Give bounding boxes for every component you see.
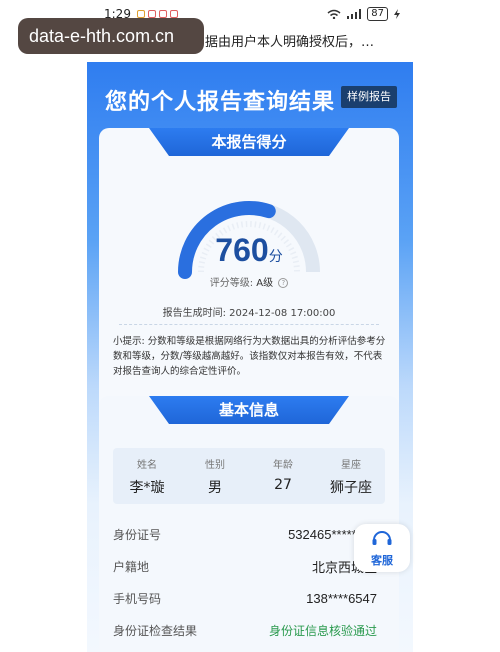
notification-icons bbox=[136, 10, 178, 18]
row-label: 身份证号 bbox=[113, 527, 162, 542]
sample-report-button[interactable]: 样例报告 bbox=[341, 86, 397, 108]
basic-info-table: 姓名 李*璇 性别 男 年龄 27 星座 狮子座 bbox=[113, 448, 385, 504]
row-value: 身份证信息核验通过 bbox=[268, 623, 377, 638]
status-right: 87 bbox=[327, 7, 400, 21]
info-header: 星座 bbox=[341, 460, 361, 471]
info-value: 27 bbox=[274, 477, 292, 493]
info-row-household: 户籍地 北京西城区 bbox=[113, 550, 377, 582]
info-header: 姓名 bbox=[137, 460, 157, 471]
app-notification-icon bbox=[158, 10, 167, 18]
score-tip: 小提示: 分数和等级是根据网络行为大数据出具的分析评估参考分数和等级，分数/等级… bbox=[113, 336, 386, 377]
grade-label: 评分等级: bbox=[209, 278, 254, 289]
info-column-gender: 性别 男 bbox=[181, 448, 249, 504]
page-title: 您的个人报告查询结果 bbox=[105, 90, 336, 115]
info-column-age: 年龄 27 bbox=[249, 448, 317, 504]
generated-time: 报告生成时间: 2024-12-08 17:00:00 bbox=[162, 308, 336, 319]
info-row-id-number: 身份证号 532465********* bbox=[113, 518, 377, 550]
wifi-icon bbox=[327, 9, 341, 19]
info-row-phone: 手机号码 138****6547 bbox=[113, 582, 377, 614]
info-value: 男 bbox=[208, 480, 222, 496]
watermark: data-e-hth.com.cn bbox=[18, 18, 204, 54]
info-row-id-check: 身份证检查结果 身份证信息核验通过 bbox=[113, 614, 377, 646]
info-column-name: 姓名 李*璇 bbox=[113, 448, 181, 504]
info-value: 李*璇 bbox=[129, 480, 165, 496]
battery-icon: 87 bbox=[367, 7, 388, 21]
score-value: 760 bbox=[215, 232, 269, 268]
row-label: 户籍地 bbox=[113, 559, 150, 574]
score-unit: 分 bbox=[268, 249, 283, 265]
app-notification-icon bbox=[147, 10, 156, 18]
customer-service-label: 客服 bbox=[371, 554, 393, 567]
info-column-zodiac: 星座 狮子座 bbox=[317, 448, 385, 504]
divider bbox=[119, 324, 379, 325]
basic-info-heading: 基本信息 bbox=[149, 396, 349, 424]
score-grade: 评分等级: A级 ? bbox=[99, 274, 399, 289]
grade-value: A级 bbox=[256, 278, 274, 289]
basic-info-rows: 身份证号 532465********* 户籍地 北京西城区 手机号码 138*… bbox=[113, 518, 377, 646]
signal-icon bbox=[347, 9, 362, 19]
info-header: 年龄 bbox=[273, 460, 293, 471]
customer-service-button[interactable]: 客服 bbox=[354, 524, 410, 572]
row-value: 138****6547 bbox=[306, 590, 377, 606]
app-notification-icon bbox=[136, 10, 145, 18]
row-label: 身份证检查结果 bbox=[113, 623, 198, 638]
charging-icon bbox=[394, 9, 400, 19]
headset-icon bbox=[372, 531, 392, 545]
info-header: 性别 bbox=[205, 460, 225, 471]
info-value: 狮子座 bbox=[330, 480, 372, 496]
score-card-heading: 本报告得分 bbox=[149, 128, 349, 156]
help-icon[interactable]: ? bbox=[278, 278, 289, 288]
score-display: 760分 bbox=[99, 232, 399, 269]
app-notification-icon bbox=[169, 10, 178, 18]
row-label: 手机号码 bbox=[113, 591, 162, 606]
